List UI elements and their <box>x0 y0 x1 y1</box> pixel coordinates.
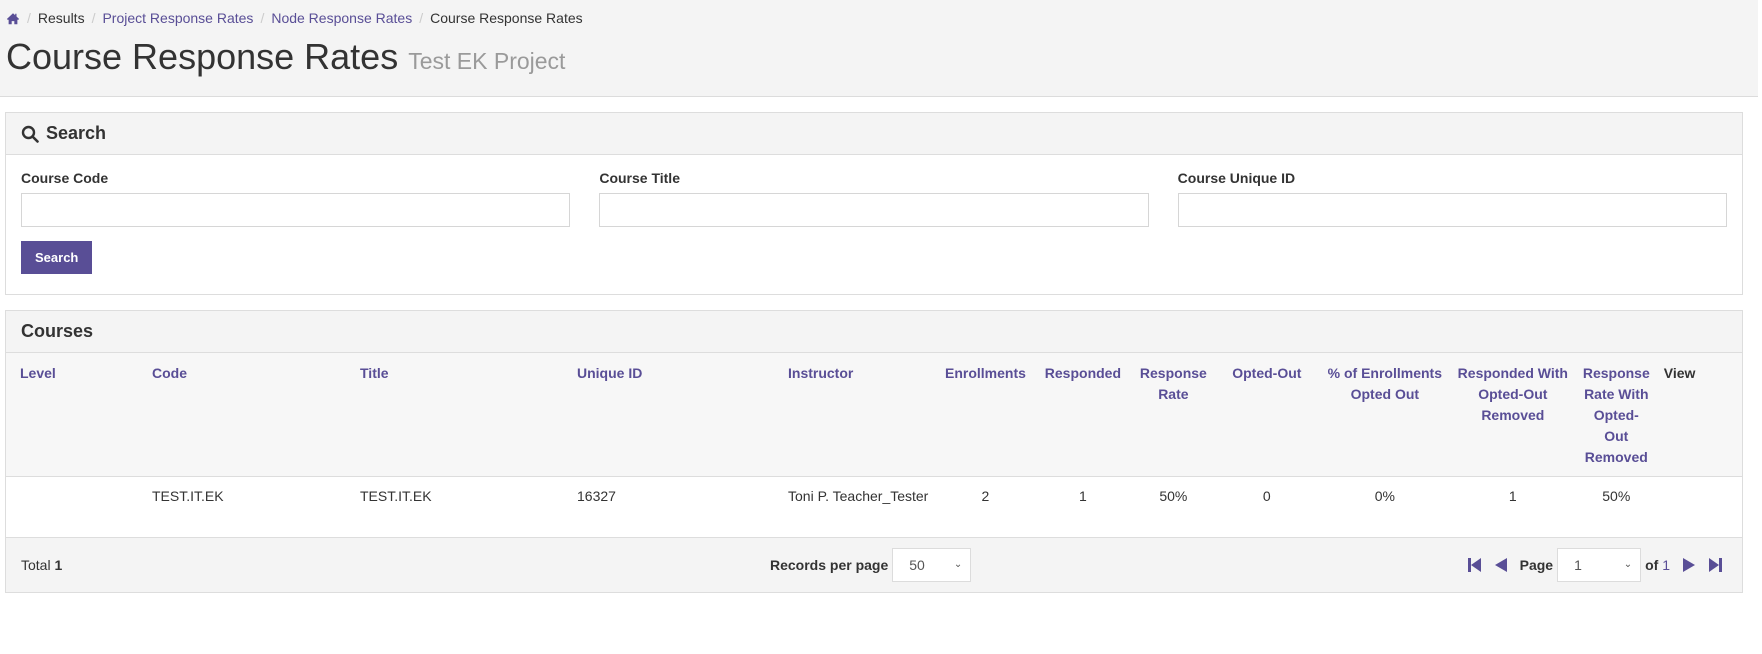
breadcrumb-separator: / <box>91 10 96 26</box>
col-title[interactable]: Title <box>353 353 570 477</box>
course-code-field: Course Code <box>21 170 571 227</box>
last-page-icon[interactable] <box>1706 556 1724 574</box>
first-page-icon[interactable] <box>1466 556 1484 574</box>
page-header: / Results / Project Response Rates / Nod… <box>0 0 1758 97</box>
col-rate-opted-removed[interactable]: Response Rate With Opted-Out Removed <box>1575 353 1657 477</box>
course-title-input[interactable] <box>599 193 1149 227</box>
course-code-input[interactable] <box>21 193 571 227</box>
search-heading-text: Search <box>46 123 107 143</box>
previous-page-icon[interactable] <box>1492 556 1510 574</box>
col-pct-opted-out[interactable]: % of Enrollments Opted Out <box>1319 353 1450 477</box>
col-unique-id[interactable]: Unique ID <box>570 353 781 477</box>
courses-footer: Total 1 Records per page 50 ⌄ Page 1 ⌄ o… <box>6 536 1742 592</box>
cell-instructor: Toni P. Teacher_Tester <box>788 488 929 504</box>
page-label: Page <box>1519 556 1554 573</box>
of-label: of <box>1645 556 1659 573</box>
records-per-page-value: 50 <box>909 556 925 573</box>
breadcrumb-current: Course Response Rates <box>430 10 583 26</box>
search-fields: Course Code Course Title Course Unique I… <box>21 170 1727 227</box>
col-instructor[interactable]: Instructor <box>781 353 938 477</box>
pagination: Page 1 ⌄ of 1 <box>1462 547 1728 582</box>
page-subtitle: Test EK Project <box>408 48 566 74</box>
cell-opted-out: 0 <box>1262 488 1271 504</box>
search-panel: Search Course Code Course Title Course U… <box>5 112 1743 295</box>
col-view: View <box>1656 353 1742 477</box>
breadcrumb-separator: / <box>260 10 265 26</box>
chevron-down-icon: ⌄ <box>1623 559 1633 570</box>
table-row: TEST.IT.EK TEST.IT.EK 16327 Toni P. Teac… <box>6 477 1742 537</box>
cell-responded: 1 <box>1079 488 1087 504</box>
cell-view[interactable] <box>1657 477 1742 537</box>
course-unique-id-input[interactable] <box>1177 193 1727 227</box>
breadcrumb-separator: / <box>27 10 31 26</box>
table-header-row: Level Code Title Unique ID Instructor En… <box>6 353 1742 477</box>
cell-code: TEST.IT.EK <box>152 488 224 504</box>
records-per-page: Records per page 50 ⌄ <box>770 547 972 582</box>
search-body: Course Code Course Title Course Unique I… <box>6 155 1742 274</box>
page-select[interactable]: 1 ⌄ <box>1557 547 1642 582</box>
course-title-label: Course Title <box>599 170 680 186</box>
breadcrumb-results[interactable]: Results <box>38 10 85 26</box>
search-icon <box>21 125 39 143</box>
page-count: of 1 <box>1645 557 1670 573</box>
col-level[interactable]: Level <box>6 353 145 477</box>
page-select-value: 1 <box>1574 556 1582 573</box>
courses-table: Level Code Title Unique ID Instructor En… <box>6 353 1742 537</box>
cell-rate-opted-removed: 50% <box>1602 488 1631 504</box>
courses-panel-heading: Courses <box>6 311 1742 353</box>
cell-unique-id: 16327 <box>577 488 616 504</box>
course-code-label: Course Code <box>21 170 109 186</box>
breadcrumb: / Results / Project Response Rates / Nod… <box>6 8 1752 28</box>
page-title: Course Response Rates <box>6 36 399 77</box>
records-per-page-label: Records per page <box>770 556 889 573</box>
cell-enrollments: 2 <box>981 488 990 504</box>
next-page-icon[interactable] <box>1680 556 1698 574</box>
cell-responded-opted-removed: 1 <box>1508 488 1517 504</box>
breadcrumb-separator: / <box>419 10 424 26</box>
courses-panel: Courses Level Code Title Unique ID Instr… <box>5 310 1743 593</box>
home-icon[interactable] <box>6 12 20 25</box>
col-responded-opted-removed[interactable]: Responded With Opted-Out Removed <box>1449 353 1576 477</box>
col-opted-out[interactable]: Opted-Out <box>1213 353 1320 477</box>
title-row: Course Response Rates Test EK Project <box>6 36 1752 78</box>
course-unique-id-label: Course Unique ID <box>1177 170 1296 186</box>
cell-response-rate: 50% <box>1159 488 1188 504</box>
total-value: 1 <box>54 556 63 573</box>
col-response-rate[interactable]: Response Rate <box>1132 353 1214 477</box>
col-enrollments[interactable]: Enrollments <box>938 353 1033 477</box>
col-responded[interactable]: Responded <box>1032 353 1133 477</box>
search-button[interactable]: Search <box>21 241 93 274</box>
search-panel-heading: Search <box>6 113 1742 155</box>
course-unique-id-field: Course Unique ID <box>1177 170 1727 227</box>
chevron-down-icon: ⌄ <box>953 559 963 570</box>
total-count: Total 1 <box>21 557 62 573</box>
records-per-page-select[interactable]: 50 ⌄ <box>892 547 972 582</box>
breadcrumb-node-response-rates[interactable]: Node Response Rates <box>271 10 412 26</box>
total-label: Total <box>21 556 51 573</box>
page-count-value: 1 <box>1662 556 1670 573</box>
cell-level <box>6 477 145 537</box>
cell-title: TEST.IT.EK <box>360 488 432 504</box>
course-title-field: Course Title <box>599 170 1149 227</box>
col-code[interactable]: Code <box>145 353 353 477</box>
breadcrumb-project-response-rates[interactable]: Project Response Rates <box>102 10 253 26</box>
cell-pct-opted-out: 0% <box>1374 488 1395 504</box>
